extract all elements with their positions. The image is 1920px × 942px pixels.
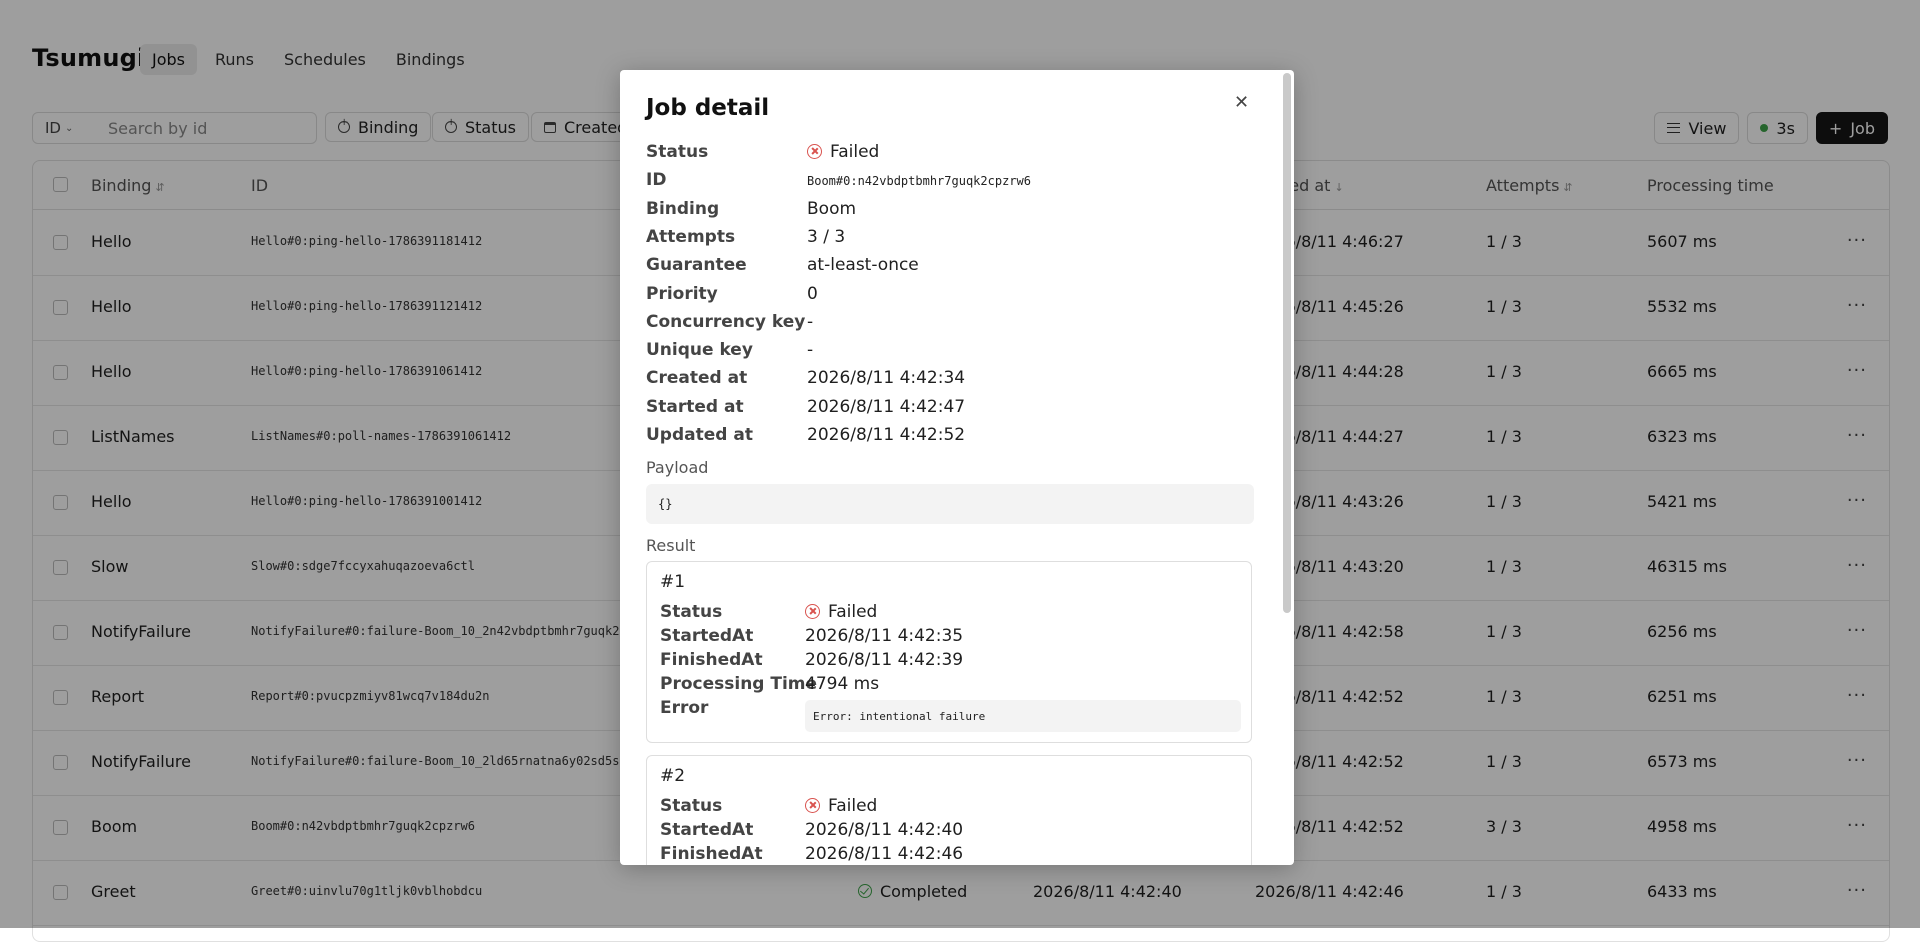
result-status-row: Status Failed <box>660 796 1240 818</box>
result-number: #2 <box>660 766 686 786</box>
result-finished-value: 2026/8/11 4:42:39 <box>805 650 964 670</box>
result-started-value: 2026/8/11 4:42:35 <box>805 626 964 646</box>
result-status-label: Status <box>660 796 723 816</box>
result-finished-value: 2026/8/11 4:42:46 <box>805 844 964 864</box>
detail-value: 3 / 3 <box>807 226 846 247</box>
result-status-row: Status Failed <box>660 602 1240 624</box>
detail-row: Attempts 3 / 3 <box>646 227 1246 251</box>
payload-value: {} <box>658 497 673 511</box>
detail-row: Guarantee at-least-once <box>646 255 1246 279</box>
detail-label: Updated at <box>646 425 753 445</box>
detail-value: 2026/8/11 4:42:47 <box>807 396 966 417</box>
detail-row: ID Boom#0:n42vbdptbmhr7guqk2cpzrw6 <box>646 170 1246 194</box>
detail-value: Boom <box>807 198 857 219</box>
result-status-value: Failed <box>805 602 877 622</box>
result-error-label: Error <box>660 698 709 718</box>
result-started-label: StartedAt <box>660 626 754 646</box>
result-status-value: Failed <box>805 796 877 816</box>
detail-value: 2026/8/11 4:42:34 <box>807 368 966 389</box>
result-card: #2 Status Failed StartedAt 2026/8/11 4:4… <box>646 755 1252 865</box>
dialog-scrollbar[interactable] <box>1283 73 1291 613</box>
result-started-row: StartedAt 2026/8/11 4:42:40 <box>660 820 1240 842</box>
detail-label: Guarantee <box>646 255 747 276</box>
result-status-label: Status <box>660 602 723 622</box>
failed-icon <box>805 604 820 619</box>
error-code: Error: intentional failure <box>805 700 1241 732</box>
detail-label: Binding <box>646 198 720 219</box>
detail-row: Priority 0 <box>646 284 1246 308</box>
result-number: #1 <box>660 572 686 592</box>
detail-label: Unique key <box>646 340 753 361</box>
detail-label: Concurrency key <box>646 311 806 332</box>
result-finished-label: FinishedAt <box>660 844 763 864</box>
detail-row: Concurrency key - <box>646 312 1246 336</box>
result-ptime-row: Processing Time 4794 ms <box>660 674 1240 696</box>
job-detail-dialog: Job detail ✕ Status Failed ID Boom#0:n42vbd… <box>620 70 1294 865</box>
detail-value: 2026/8/11 4:42:52 <box>807 425 966 445</box>
result-card: #1 Status Failed StartedAt 2026/8/11 4:4… <box>646 561 1252 743</box>
detail-label: Started at <box>646 396 744 417</box>
detail-value: - <box>807 311 814 332</box>
result-started-label: StartedAt <box>660 820 754 840</box>
result-finished-row: FinishedAt 2026/8/11 4:42:39 <box>660 650 1240 672</box>
detail-label: Priority <box>646 283 718 304</box>
detail-value: 0 <box>807 283 818 304</box>
detail-row: Created at 2026/8/11 4:42:34 <box>646 368 1246 392</box>
detail-row: Binding Boom <box>646 199 1246 223</box>
detail-value: Boom#0:n42vbdptbmhr7guqk2cpzrw6 <box>807 174 1031 189</box>
close-icon[interactable]: ✕ <box>1234 92 1249 113</box>
payload-code: {} <box>646 484 1254 524</box>
dialog-title: Job detail <box>646 95 770 121</box>
detail-row: Updated at 2026/8/11 4:42:52 <box>646 425 1246 449</box>
detail-row: Status Failed <box>646 142 1246 166</box>
result-ptime-value: 4794 ms <box>805 674 880 694</box>
error-value: Error: intentional failure <box>813 710 986 723</box>
result-label: Result <box>646 536 696 555</box>
detail-value: at-least-once <box>807 255 919 276</box>
payload-label: Payload <box>646 458 709 477</box>
detail-row: Started at 2026/8/11 4:42:47 <box>646 397 1246 421</box>
detail-row: Unique key - <box>646 340 1246 364</box>
result-finished-label: FinishedAt <box>660 650 763 670</box>
result-started-row: StartedAt 2026/8/11 4:42:35 <box>660 626 1240 648</box>
result-finished-row: FinishedAt 2026/8/11 4:42:46 <box>660 844 1240 865</box>
result-ptime-label: Processing Time <box>660 674 818 694</box>
detail-label: Status <box>646 142 709 162</box>
failed-icon <box>805 798 820 813</box>
detail-value: - <box>807 340 814 361</box>
detail-value: Failed <box>807 142 879 162</box>
detail-label: Attempts <box>646 226 736 247</box>
detail-label: ID <box>646 170 667 191</box>
detail-label: Created at <box>646 368 748 389</box>
result-started-value: 2026/8/11 4:42:40 <box>805 820 964 840</box>
failed-icon <box>807 144 822 159</box>
